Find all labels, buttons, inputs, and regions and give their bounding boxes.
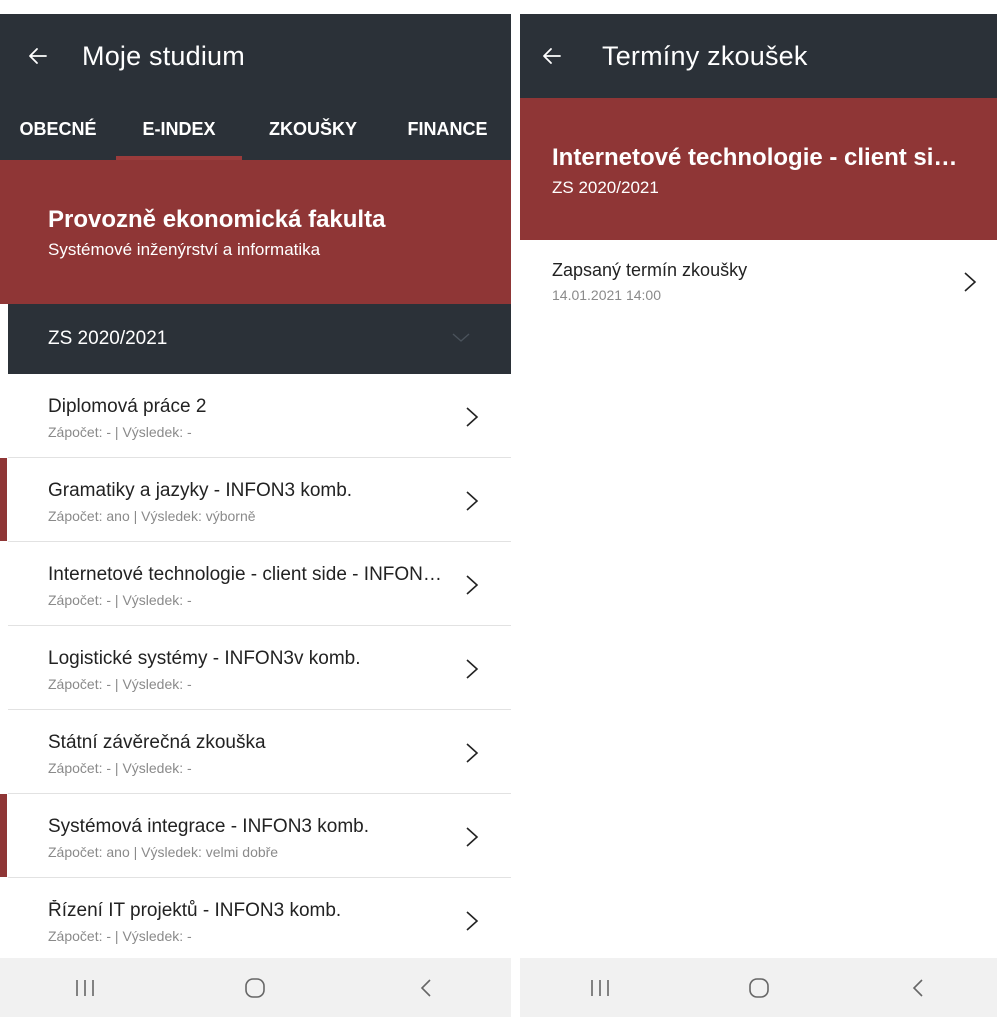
list-item[interactable]: Státní závěrečná zkouška Zápočet: - | Vý… bbox=[8, 710, 511, 794]
course-header: Internetové technologie - client sid… ZS… bbox=[520, 98, 997, 240]
nav-back-icon[interactable] bbox=[898, 968, 938, 1008]
tab-finance[interactable]: FINANCE bbox=[384, 98, 511, 160]
course-detail: Zápočet: - | Výsledek: - bbox=[48, 592, 192, 608]
list-item[interactable]: Logistické systémy - INFON3v komb. Zápoč… bbox=[8, 626, 511, 710]
course-title: Gramatiky a jazyky - INFON3 komb. bbox=[48, 480, 353, 501]
course-detail: Zápočet: - | Výsledek: - bbox=[48, 676, 192, 692]
course-title: Logistické systémy - INFON3v komb. bbox=[48, 648, 361, 669]
app-bar: Termíny zkoušek bbox=[520, 14, 997, 98]
chevron-down-icon bbox=[452, 333, 470, 342]
chevron-right-icon bbox=[466, 407, 479, 427]
arrow-left-icon[interactable] bbox=[538, 42, 566, 70]
status-strip bbox=[0, 0, 511, 14]
list-item[interactable]: Internetové technologie - client side - … bbox=[8, 542, 511, 626]
chevron-right-icon bbox=[466, 911, 479, 931]
arrow-left-icon[interactable] bbox=[24, 42, 52, 70]
nav-back-icon[interactable] bbox=[406, 968, 446, 1008]
page-title: Termíny zkoušek bbox=[602, 40, 808, 71]
status-strip bbox=[520, 0, 997, 14]
recents-icon[interactable] bbox=[65, 968, 105, 1008]
program-subtitle: Systémové inženýrství a informatika bbox=[48, 240, 321, 259]
terminy-zkousek-screen: Termíny zkoušek Internetové technologie … bbox=[520, 0, 997, 1017]
chevron-right-icon bbox=[466, 827, 479, 847]
exam-title: Zapsaný termín zkoušky bbox=[552, 260, 748, 280]
list-item[interactable]: Diplomová práce 2 Zápočet: - | Výsledek:… bbox=[8, 374, 511, 458]
exam-datetime: 14.01.2021 14:00 bbox=[552, 287, 661, 303]
course-title: Diplomová práce 2 bbox=[48, 396, 207, 417]
course-detail: Zápočet: ano | Výsledek: velmi dobře bbox=[48, 844, 279, 860]
course-title: Internetové technologie - client side - … bbox=[48, 564, 442, 585]
system-nav-bar bbox=[0, 958, 511, 1017]
course-list: Diplomová práce 2 Zápočet: - | Výsledek:… bbox=[0, 374, 511, 962]
list-item[interactable]: Gramatiky a jazyky - INFON3 komb. Zápoče… bbox=[0, 458, 511, 542]
semester-label: ZS 2020/2021 bbox=[48, 328, 168, 349]
page-title: Moje studium bbox=[82, 40, 245, 71]
course-title: Systémová integrace - INFON3 komb. bbox=[48, 816, 369, 837]
list-item[interactable]: Systémová integrace - INFON3 komb. Zápoč… bbox=[0, 794, 511, 878]
app-bar: Moje studium OBECNÉ E-INDEX ZKOUŠKY FINA… bbox=[0, 14, 511, 160]
course-detail: Zápočet: - | Výsledek: - bbox=[48, 928, 192, 944]
system-nav-bar bbox=[520, 958, 997, 1017]
chevron-right-icon bbox=[466, 575, 479, 595]
course-detail: Zápočet: - | Výsledek: - bbox=[48, 760, 192, 776]
course-title: Internetové technologie - client sid… bbox=[552, 144, 972, 171]
semester-select[interactable]: ZS 2020/2021 bbox=[8, 304, 511, 374]
chevron-right-icon bbox=[466, 659, 479, 679]
chevron-right-icon bbox=[466, 743, 479, 763]
exam-term-item[interactable]: Zapsaný termín zkoušky 14.01.2021 14:00 bbox=[520, 240, 997, 324]
course-title: Státní závěrečná zkouška bbox=[48, 732, 266, 753]
course-detail: Zápočet: ano | Výsledek: výborně bbox=[48, 508, 256, 524]
app-bar-row: Moje studium bbox=[0, 14, 511, 98]
home-icon[interactable] bbox=[739, 968, 779, 1008]
list-item[interactable]: Řízení IT projektů - INFON3 komb. Zápoče… bbox=[8, 878, 511, 962]
semester-subtitle: ZS 2020/2021 bbox=[552, 178, 659, 197]
home-icon[interactable] bbox=[235, 968, 275, 1008]
tab-obecne[interactable]: OBECNÉ bbox=[0, 98, 116, 160]
recents-icon[interactable] bbox=[580, 968, 620, 1008]
chevron-right-icon bbox=[964, 272, 977, 292]
course-detail: Zápočet: - | Výsledek: - bbox=[48, 424, 192, 440]
tab-zkousky[interactable]: ZKOUŠKY bbox=[242, 98, 384, 160]
moje-studium-screen: Moje studium OBECNÉ E-INDEX ZKOUŠKY FINA… bbox=[0, 0, 511, 1017]
faculty-title: Provozně ekonomická fakulta bbox=[48, 206, 386, 233]
faculty-header: Provozně ekonomická fakulta Systémové in… bbox=[0, 160, 511, 304]
app-bar-row: Termíny zkoušek bbox=[520, 14, 997, 98]
tab-bar: OBECNÉ E-INDEX ZKOUŠKY FINANCE bbox=[0, 98, 511, 160]
course-title: Řízení IT projektů - INFON3 komb. bbox=[48, 900, 342, 921]
tab-e-index[interactable]: E-INDEX bbox=[116, 98, 242, 160]
chevron-right-icon bbox=[466, 491, 479, 511]
